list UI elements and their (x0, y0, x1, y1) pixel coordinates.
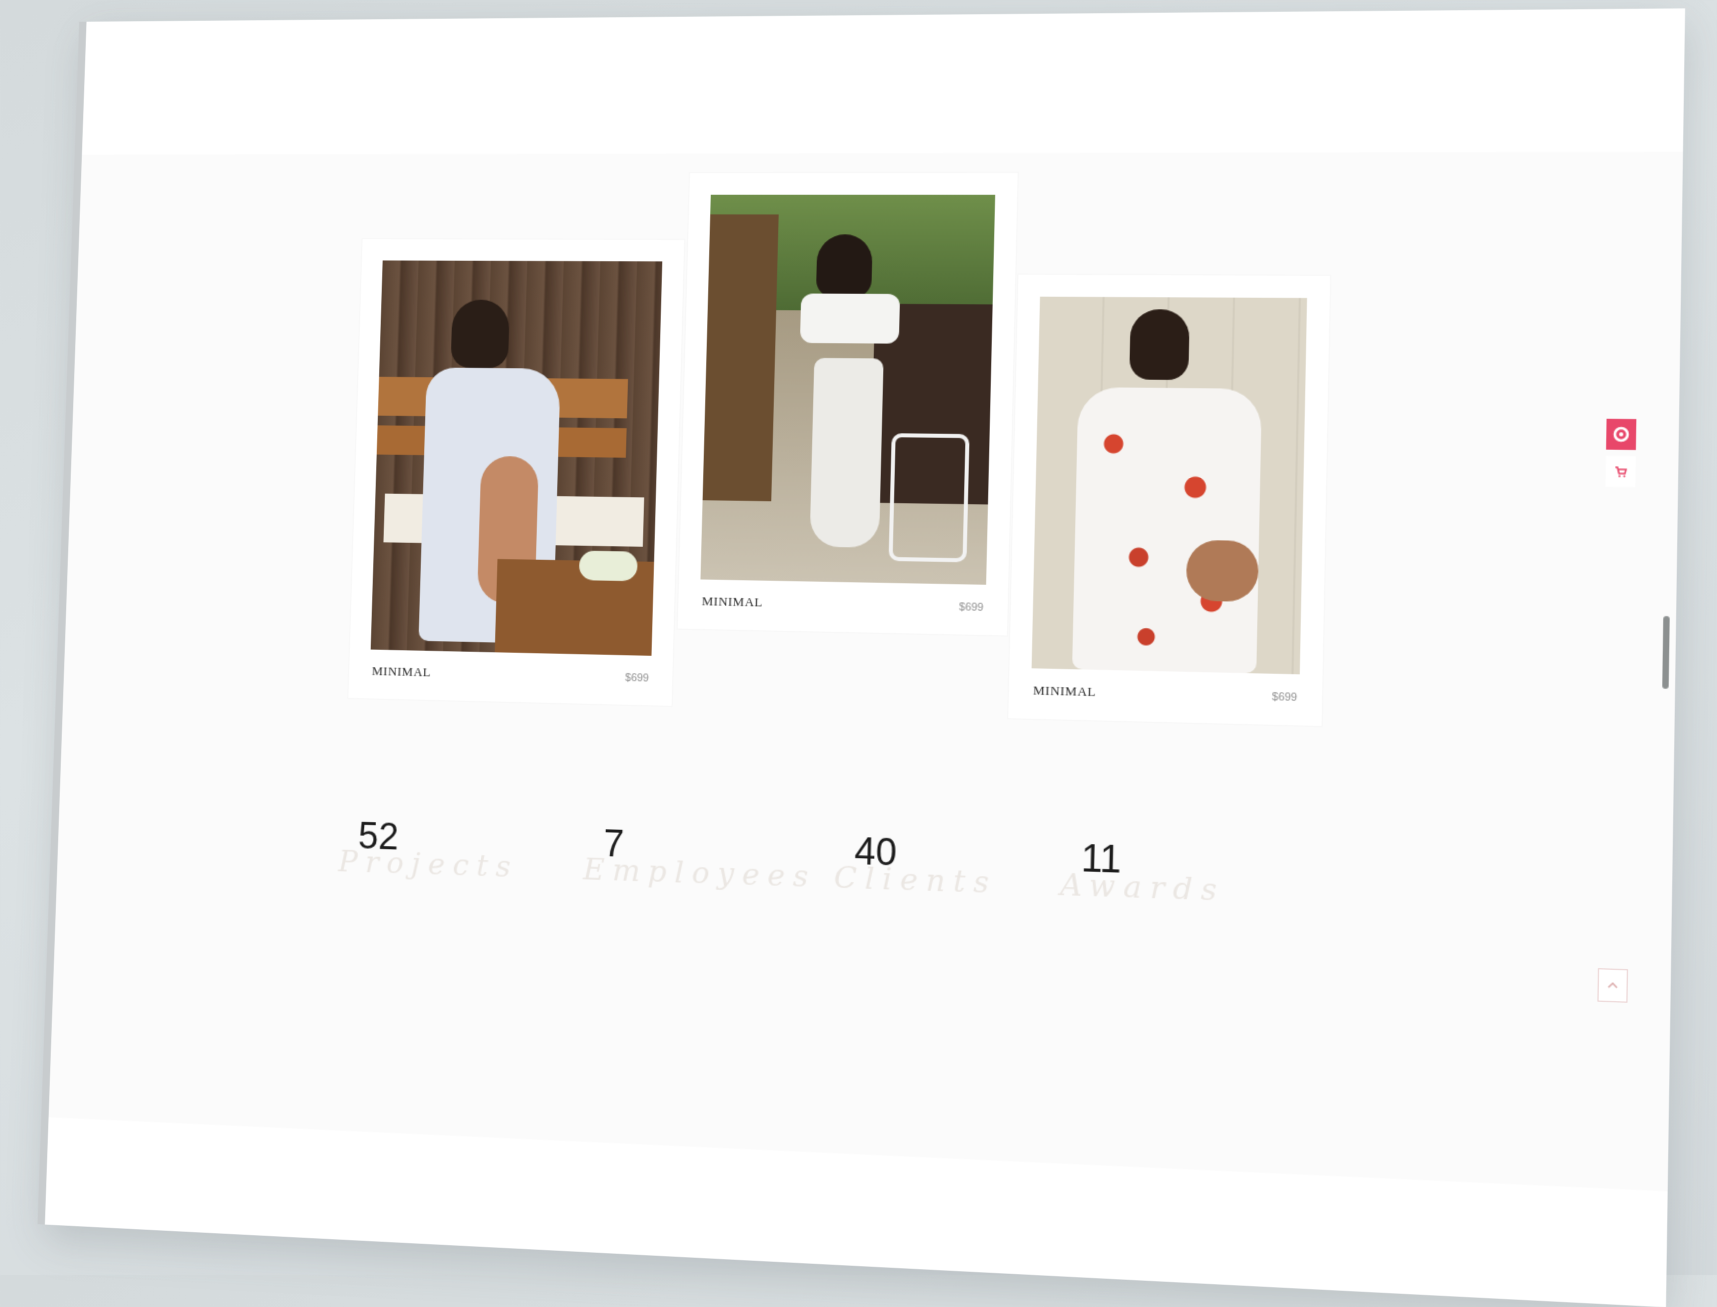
scroll-top-button[interactable] (1597, 968, 1628, 1003)
browser-viewport: MINIMAL $699 MINIMAL $699 MINIMAL $699 P… (45, 8, 1685, 1307)
scrollbar[interactable] (1661, 244, 1673, 761)
product-title[interactable]: MINIMAL (1033, 682, 1096, 700)
product-title[interactable]: MINIMAL (702, 593, 763, 610)
stat-projects: Projects 52 (337, 815, 531, 910)
stat-number: 7 (603, 823, 625, 866)
stat-awards: Awards 11 (1059, 837, 1266, 936)
stat-number: 11 (1081, 838, 1122, 883)
product-card[interactable]: MINIMAL $699 (348, 239, 684, 706)
stats-section: Projects 52 Employees 7 Clients 40 Award… (337, 815, 1292, 947)
settings-button[interactable] (1606, 419, 1636, 450)
product-image[interactable] (700, 195, 995, 585)
chevron-up-icon (1607, 981, 1618, 990)
stat-number: 52 (358, 816, 400, 860)
product-card[interactable]: MINIMAL $699 (678, 173, 1018, 636)
scrollbar-thumb[interactable] (1662, 616, 1670, 689)
gear-icon (1613, 426, 1630, 443)
product-price: $699 (625, 672, 649, 684)
product-price: $699 (1272, 691, 1298, 704)
cart-button[interactable] (1605, 456, 1635, 487)
cart-icon (1614, 465, 1627, 478)
stat-number: 40 (854, 831, 897, 876)
product-image[interactable] (371, 260, 663, 655)
stat-employees: Employees 7 (582, 823, 781, 919)
product-title[interactable]: MINIMAL (372, 663, 431, 680)
product-card[interactable]: MINIMAL $699 (1008, 275, 1330, 726)
product-price: $699 (959, 601, 984, 614)
stat-clients: Clients 40 (833, 830, 1036, 927)
product-image[interactable] (1032, 297, 1307, 675)
